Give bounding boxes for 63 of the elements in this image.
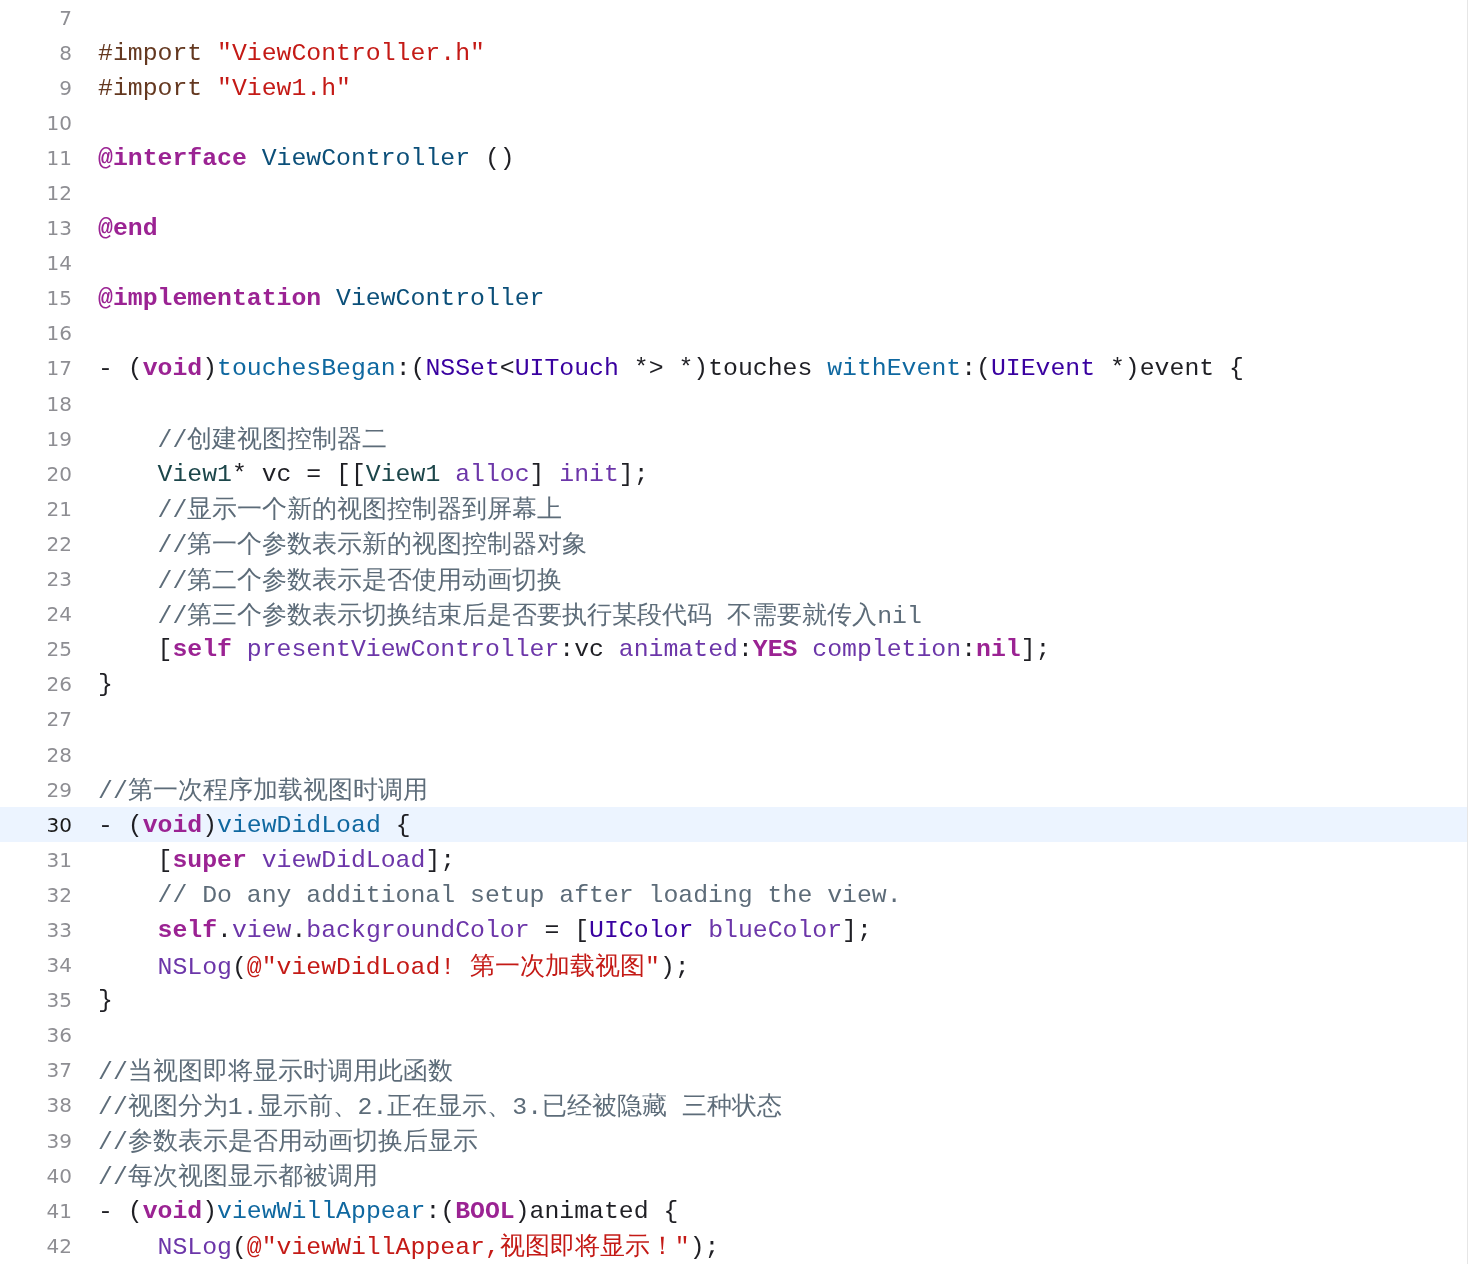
line-number: 7 bbox=[58, 5, 72, 30]
code-line: //显示一个新的视图控制器到屏幕上 bbox=[156, 495, 563, 526]
code-line: //视图分为1.显示前、2.正在显示、3.已经被隐藏 三种状态 bbox=[98, 1091, 782, 1122]
code-line: @interface ViewController () bbox=[98, 143, 515, 172]
line-number: 33 bbox=[45, 918, 72, 942]
line-number: 28 bbox=[45, 742, 72, 767]
code-line: // Do any additional setup after loading the view. bbox=[156, 880, 902, 909]
code-line: } bbox=[98, 986, 113, 1015]
code-line: //当视图即将显示时调用此函数 bbox=[98, 1056, 453, 1087]
code-line: [self presentViewController:vc animated:YES completion:nil]; bbox=[156, 635, 1051, 664]
line-number: 20 bbox=[45, 461, 72, 486]
line-number: 42 bbox=[45, 1233, 72, 1258]
line-number: 27 bbox=[45, 707, 72, 732]
line-number: 32 bbox=[45, 882, 72, 907]
code-line: //创建视图控制器二 bbox=[156, 425, 388, 456]
line-number: 9 bbox=[58, 75, 72, 100]
code-line: View1* vc = [[View1 alloc] init]; bbox=[156, 459, 649, 488]
code-line: @end bbox=[98, 214, 158, 243]
line-number: 22 bbox=[45, 531, 72, 556]
line-number: 39 bbox=[45, 1128, 72, 1153]
code-line: //每次视图显示都被调用 bbox=[98, 1162, 378, 1193]
line-number: 17 bbox=[45, 356, 72, 381]
code-line: NSLog(@"viewDidLoad! 第一次加载视图"); bbox=[156, 951, 690, 982]
line-number: 29 bbox=[45, 777, 72, 802]
code-line: } bbox=[98, 670, 113, 699]
line-number: 14 bbox=[45, 251, 72, 276]
line-number: 37 bbox=[45, 1058, 72, 1083]
line-number: 16 bbox=[45, 321, 72, 346]
line-number: 23 bbox=[45, 567, 72, 592]
code-line: @implementation ViewController bbox=[98, 284, 545, 313]
code-line: [super viewDidLoad]; bbox=[156, 845, 456, 874]
code-line: #import "View1.h" bbox=[98, 73, 351, 102]
line-number: 26 bbox=[45, 672, 72, 697]
line-number: 36 bbox=[45, 1023, 72, 1048]
line-number: 8 bbox=[58, 40, 72, 65]
line-number: 10 bbox=[45, 110, 72, 135]
line-number: 30 bbox=[45, 812, 72, 837]
line-number: 19 bbox=[45, 426, 72, 451]
line-number: 41 bbox=[45, 1198, 72, 1223]
line-number: 21 bbox=[45, 496, 72, 521]
code-line: self.view.backgroundColor = [UIColor blueColor]; bbox=[156, 916, 872, 944]
line-number: 25 bbox=[45, 637, 72, 662]
code-line: //第二个参数表示是否使用动画切换 bbox=[156, 565, 563, 596]
code-line: NSLog(@"viewWillAppear,视图即将显示！"); bbox=[156, 1232, 720, 1263]
line-number: 13 bbox=[45, 216, 72, 241]
code-line: //第三个参数表示切换结束后是否要执行某段代码 不需要就传入nil bbox=[156, 600, 922, 631]
code-line: - (void)touchesBegan:(NSSet<UITouch *> *)touches withEvent:(UIEvent *)event { bbox=[98, 354, 1244, 383]
line-number: 35 bbox=[45, 988, 72, 1013]
line-number: 38 bbox=[45, 1093, 72, 1118]
code-line: #import "ViewController.h" bbox=[98, 38, 485, 67]
line-number: 24 bbox=[45, 602, 72, 627]
code-line: //第一次程序加载视图时调用 bbox=[98, 776, 428, 807]
code-line: - (void)viewDidLoad { bbox=[98, 810, 411, 839]
code-line: - (void)viewWillAppear:(BOOL)animated { bbox=[98, 1196, 679, 1225]
code-line: //第一个参数表示新的视图控制器对象 bbox=[156, 530, 588, 561]
line-number: 11 bbox=[45, 145, 72, 170]
line-number: 15 bbox=[45, 286, 72, 311]
line-number: 18 bbox=[45, 391, 72, 416]
line-number: 31 bbox=[45, 847, 72, 872]
line-number: 40 bbox=[45, 1163, 72, 1188]
code-line: //参数表示是否用动画切换后显示 bbox=[98, 1127, 478, 1158]
line-number: 34 bbox=[45, 953, 72, 978]
line-number: 12 bbox=[45, 181, 72, 205]
